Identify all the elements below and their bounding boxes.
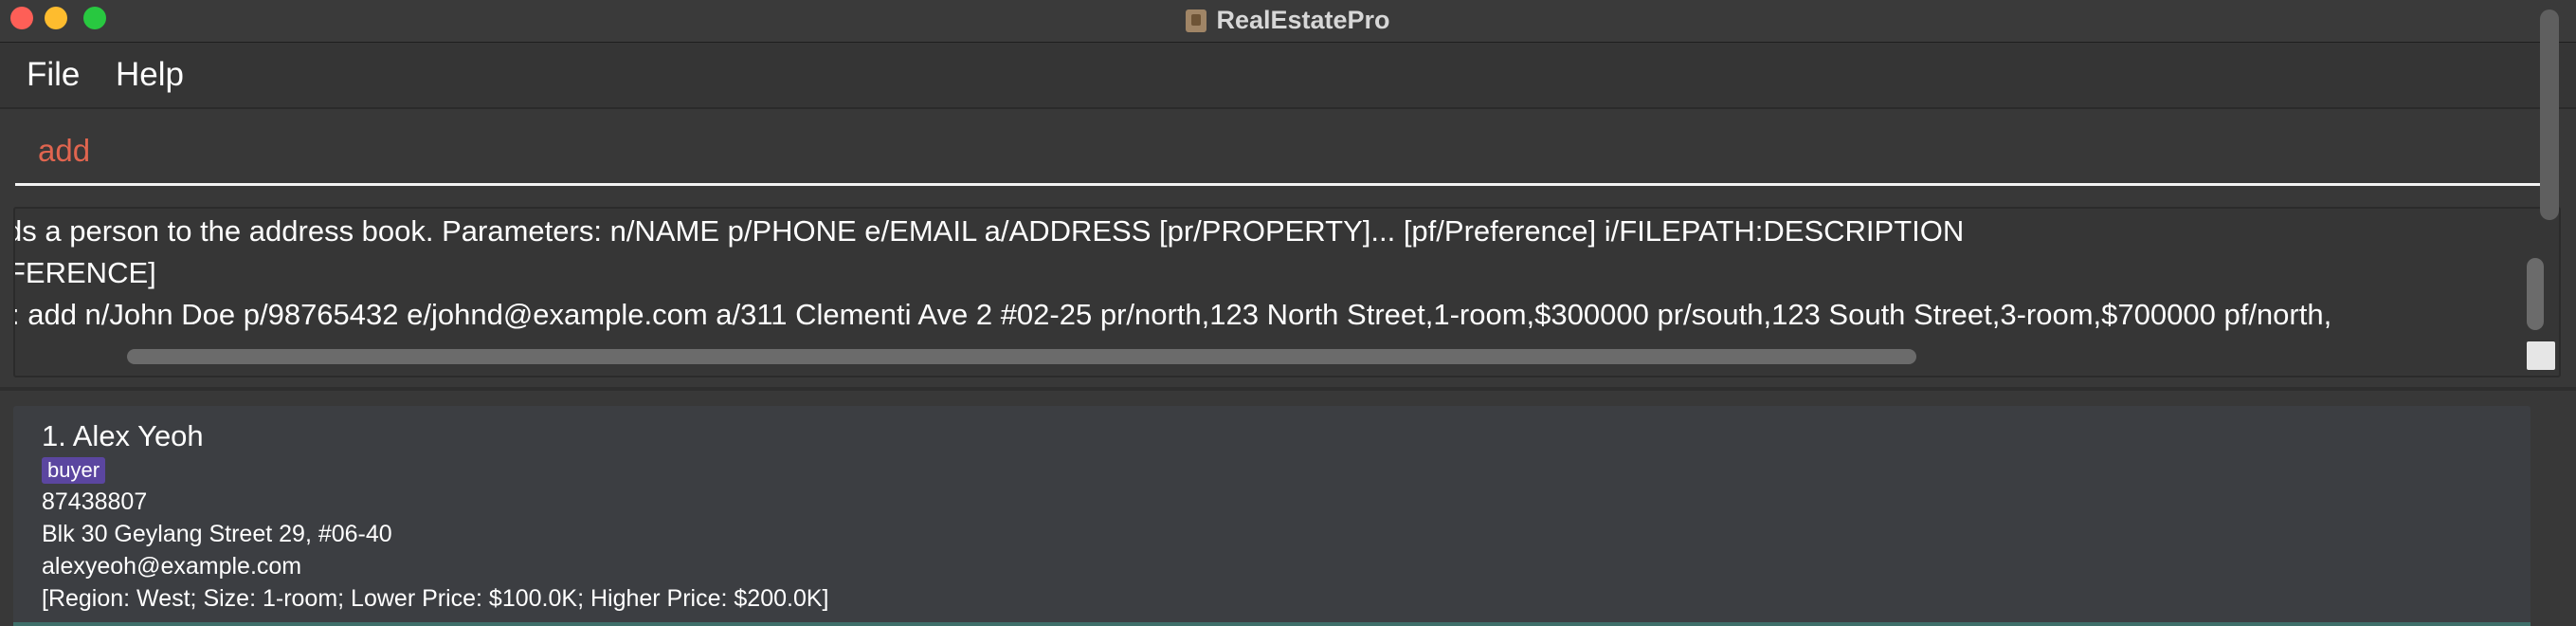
command-box: add bbox=[0, 109, 2576, 196]
person-tag: buyer bbox=[42, 457, 106, 484]
person-card[interactable]: 1. Alex Yeoh buyer 87438807 Blk 30 Geyla… bbox=[13, 406, 2531, 626]
panel-divider[interactable] bbox=[0, 387, 2576, 391]
menu-bar: File Help bbox=[0, 43, 2576, 109]
result-line: FERENCE] bbox=[13, 256, 156, 289]
card-selection-edge bbox=[13, 622, 2531, 626]
menu-help[interactable]: Help bbox=[116, 56, 184, 94]
command-input[interactable]: add bbox=[38, 132, 90, 170]
title-bar: RealEstatePro bbox=[0, 0, 2576, 43]
result-horizontal-scrollbar[interactable] bbox=[127, 349, 1916, 364]
result-line: : add n/John Doe p/98765432 e/johnd@exam… bbox=[13, 298, 2332, 331]
person-list: 1. Alex Yeoh buyer 87438807 Blk 30 Geyla… bbox=[13, 406, 2544, 626]
result-vertical-scrollbar[interactable] bbox=[2527, 258, 2544, 330]
scrollbar-corner bbox=[2527, 341, 2555, 370]
person-preference: [Region: West; Size: 1-room; Lower Price… bbox=[42, 585, 829, 612]
person-name: 1. Alex Yeoh bbox=[42, 419, 204, 452]
window-title-wrap: RealEstatePro bbox=[0, 4, 2576, 36]
app-icon bbox=[1186, 9, 1207, 32]
result-line: ds a person to the address book. Paramet… bbox=[13, 214, 1965, 248]
person-address: Blk 30 Geylang Street 29, #06-40 bbox=[42, 521, 392, 547]
person-email: alexyeoh@example.com bbox=[42, 553, 302, 580]
window-title: RealEstatePro bbox=[1216, 6, 1390, 34]
person-phone: 87438807 bbox=[42, 488, 148, 515]
result-display[interactable]: ds a person to the address book. Paramet… bbox=[13, 207, 2561, 377]
menu-file[interactable]: File bbox=[27, 56, 80, 94]
command-input-underline bbox=[15, 183, 2557, 186]
person-list-scrollbar[interactable] bbox=[2540, 9, 2559, 220]
